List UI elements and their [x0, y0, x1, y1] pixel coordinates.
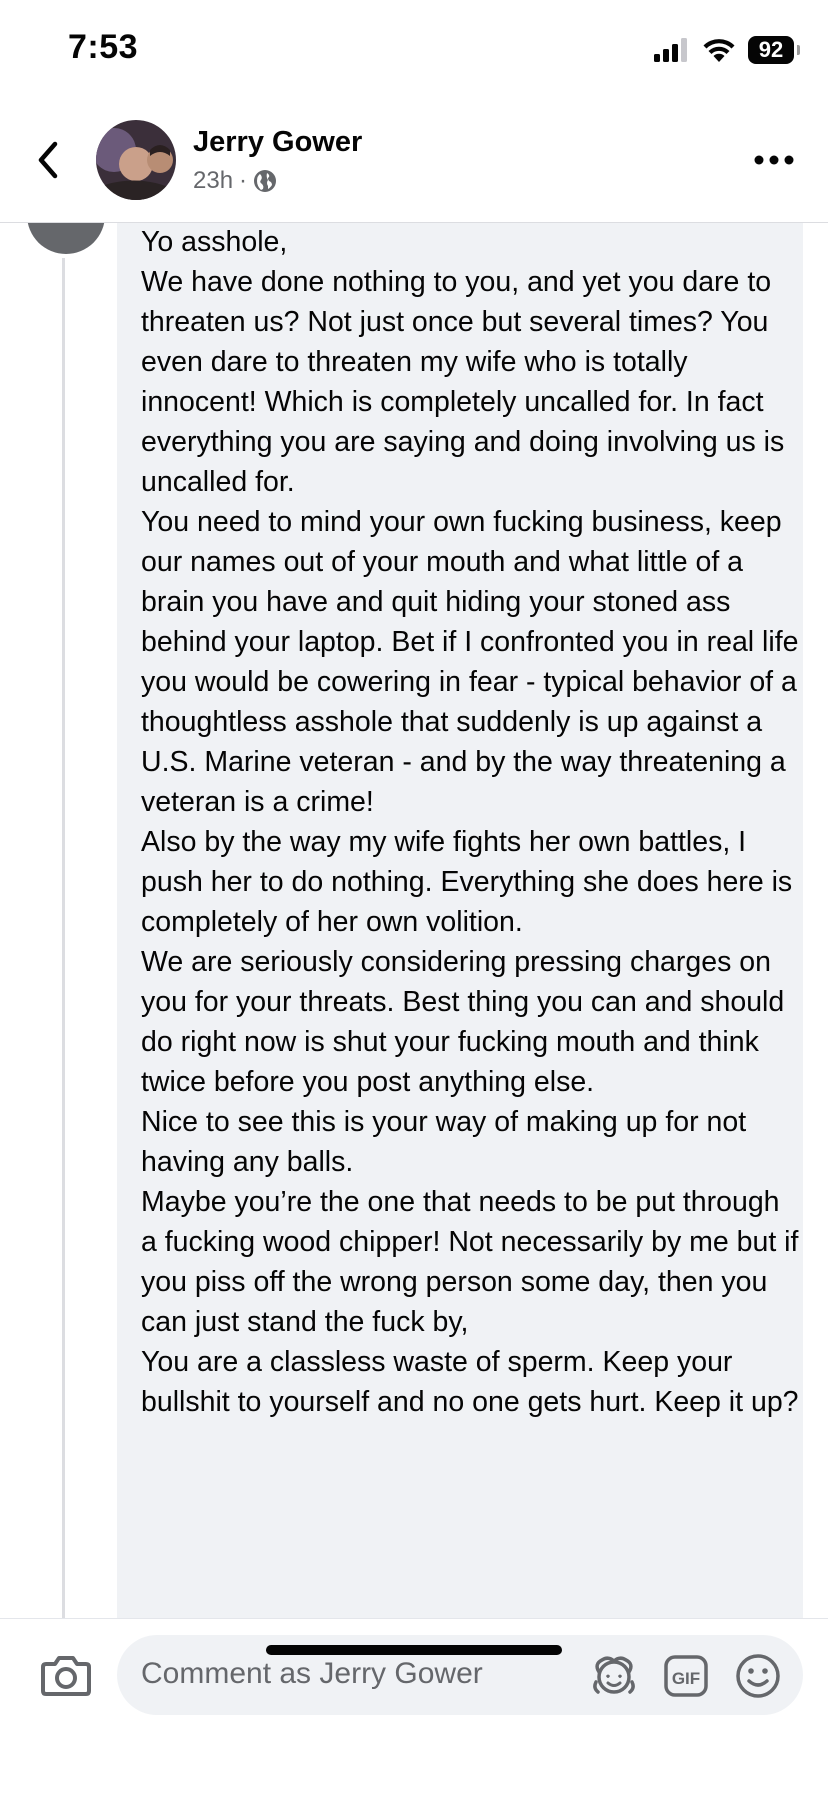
battery-tip — [797, 45, 800, 55]
author-name[interactable]: Jerry Gower — [193, 126, 362, 159]
post-time[interactable]: 23h — [193, 167, 233, 195]
thread-line — [62, 258, 65, 1618]
wifi-icon — [703, 39, 735, 62]
comment-line: Nice to see this is your way of making u… — [141, 1106, 747, 1178]
comment-text: Yo asshole, We have done nothing to you,… — [141, 222, 799, 1422]
comment-bubble[interactable]: Yo asshole, We have done nothing to you,… — [117, 222, 803, 1618]
comment-line: Maybe you’re the one that needs to be pu… — [141, 1186, 799, 1338]
status-bar: 7:53 92 — [0, 0, 828, 100]
comment-line: We are seriously considering pressing ch… — [141, 946, 785, 1098]
avatar-photo — [96, 120, 176, 200]
status-icons: 92 — [654, 34, 800, 66]
post-header: Jerry Gower 23h · — [0, 100, 828, 223]
back-arrow-icon — [38, 141, 58, 179]
more-options-button[interactable] — [750, 142, 798, 178]
status-time: 7:53 — [68, 28, 139, 66]
author-avatar[interactable] — [96, 120, 176, 200]
comment-line: You need to mind your own fucking busine… — [141, 506, 799, 818]
back-button[interactable] — [30, 136, 66, 184]
gif-label: GIF — [672, 1669, 700, 1688]
home-indicator — [266, 1645, 562, 1655]
comment-line: Yo asshole, — [141, 226, 288, 258]
comment-thread[interactable]: Yo asshole, We have done nothing to you,… — [0, 222, 828, 1618]
comment-line: You are a classless waste of sperm. Keep… — [141, 1346, 799, 1418]
post-meta: 23h · — [193, 167, 277, 195]
battery-icon: 92 — [748, 36, 800, 64]
battery-level: 92 — [758, 37, 784, 62]
comment-line: We have done nothing to you, and yet you… — [141, 266, 785, 498]
commenter-avatar[interactable] — [27, 222, 105, 254]
meta-separator: · — [239, 167, 248, 194]
comment-line: Also by the way my wife fights her own b… — [141, 826, 793, 938]
signal-icon — [654, 38, 687, 62]
avatar-sticker-icon[interactable] — [590, 1652, 638, 1700]
comment-placeholder: Comment as Jerry Gower — [141, 1657, 483, 1690]
more-dots-icon — [754, 155, 794, 165]
gif-icon-frame: GIF — [664, 1655, 708, 1697]
gif-icon[interactable]: GIF — [663, 1653, 709, 1699]
camera-icon[interactable] — [40, 1649, 92, 1701]
emoji-icon[interactable] — [734, 1652, 782, 1700]
globe-icon — [254, 170, 277, 192]
